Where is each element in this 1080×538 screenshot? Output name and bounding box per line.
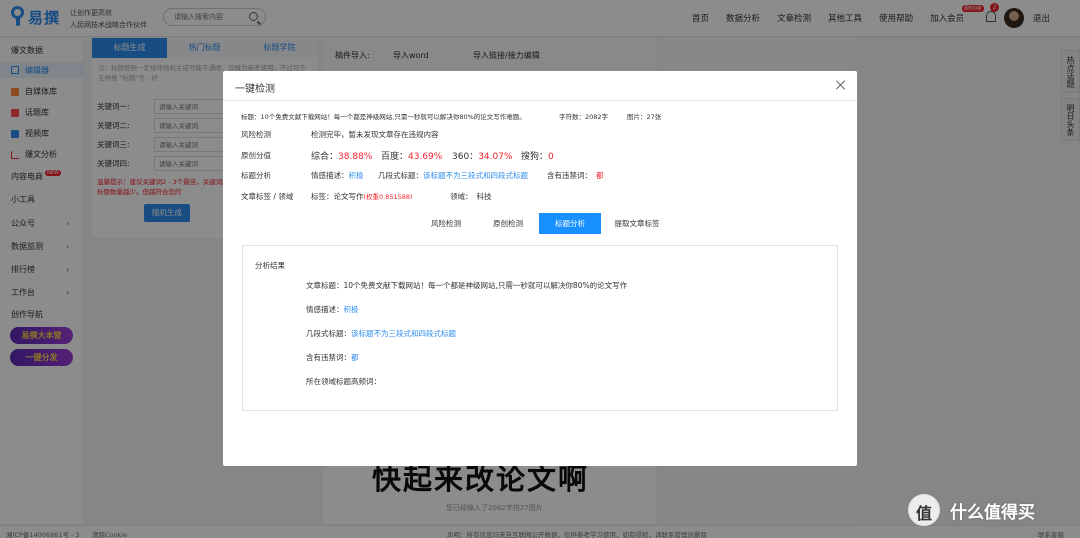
- result-segment-row: 几段式标题：该标题不为三段式和四段式标题: [306, 328, 456, 339]
- score-sogou: 搜狗：0: [521, 149, 554, 162]
- score-name: 360：: [452, 152, 479, 162]
- image-count: 图片：27张: [627, 113, 662, 121]
- result-title-label: 文章标题：: [306, 281, 344, 290]
- result-title-value: 10个免费文献下载网站！每一个都是神级网站,只需一秒就可以解决你80%的论文写作: [343, 281, 628, 290]
- tag-weight: (权重0.851588): [363, 193, 413, 201]
- tag-summary: 标签：论文写作(权重0.851588): [311, 191, 413, 202]
- score-baidu: 百度：43.69%: [381, 149, 442, 162]
- title-analysis-label: 标题分析: [241, 171, 271, 180]
- original-score-label: 原创分值: [241, 151, 271, 160]
- score-value: 0: [548, 152, 554, 162]
- result-hotwords-label: 所在领域标题高频词：: [306, 377, 381, 386]
- risk-label: 风险检测: [241, 130, 271, 139]
- close-icon[interactable]: [835, 79, 847, 91]
- score-value: 34.07%: [478, 152, 513, 162]
- result-banned-label: 含有违禁词：: [306, 353, 351, 362]
- banned-value: 都: [596, 171, 604, 180]
- segment-label: 几段式标题：: [378, 171, 423, 180]
- sentiment-value: 积极: [348, 171, 364, 180]
- score-value: 38.88%: [338, 152, 373, 162]
- score-name: 搜狗：: [521, 152, 549, 162]
- segment-value: 该标题不为三段式和四段式标题: [423, 171, 528, 180]
- risk-value: 检测完毕，暂未发现文章存在违规内容: [311, 130, 439, 139]
- watermark: 什么值得买: [908, 494, 1076, 526]
- result-sentiment-row: 情感描述：积极: [306, 304, 359, 315]
- banned-label: 含有违禁词：: [547, 171, 592, 180]
- tab-title-analysis[interactable]: 标题分析: [539, 213, 601, 234]
- tags-label: 文章标签 / 领域: [241, 192, 294, 201]
- analysis-result-box: 分析结果 文章标题：10个免费文献下载网站！每一个都是神级网站,只需一秒就可以解…: [242, 245, 838, 411]
- result-banned-value: 都: [351, 353, 359, 362]
- score-360: 360：34.07%: [452, 149, 513, 162]
- domain-label: 领域：: [450, 192, 473, 201]
- result-sentiment-label: 情感描述：: [306, 305, 344, 314]
- watermark-logo: [908, 494, 940, 526]
- segment-summary: 几段式标题：该标题不为三段式和四段式标题: [378, 170, 528, 181]
- dialog-header: 一键检测: [223, 71, 857, 101]
- score-name: 综合：: [311, 152, 339, 162]
- score-value: 43.69%: [408, 152, 443, 162]
- word-count: 字符数：2082字: [559, 113, 609, 121]
- dialog-title: 一键检测: [235, 84, 275, 95]
- result-hotwords-row: 所在领域标题高频词：: [306, 376, 381, 387]
- score-name: 百度：: [381, 152, 409, 162]
- result-banned-row: 含有违禁词：都: [306, 352, 359, 363]
- result-segment-label: 几段式标题：: [306, 329, 351, 338]
- tab-extract-tags[interactable]: 提取文章标签: [601, 213, 673, 234]
- article-title-value: 10个免费文献下载网站！每一个都是神级网站,只需一秒就可以解决你80%的论文写作…: [260, 113, 526, 121]
- banned-summary: 含有违禁词： 都: [547, 170, 604, 181]
- score-overall: 综合：38.88%: [311, 149, 372, 162]
- tag-prefix: 标签：: [311, 192, 334, 201]
- tab-original-check[interactable]: 原创检测: [477, 213, 539, 234]
- check-tabs: 风险检测 原创检测 标题分析 提取文章标签: [415, 213, 673, 234]
- watermark-text: 什么值得买: [950, 502, 1035, 523]
- tag-value: 论文写作: [333, 192, 364, 201]
- result-segment-value: 该标题不为三段式和四段式标题: [351, 329, 456, 338]
- article-title-label: 标题：: [241, 113, 261, 121]
- one-click-check-dialog: 一键检测 标题：10个免费文献下载网站！每一个都是神级网站,只需一秒就可以解决你…: [223, 71, 857, 466]
- tab-risk-check[interactable]: 风险检测: [415, 213, 477, 234]
- result-title-row: 文章标题：10个免费文献下载网站！每一个都是神级网站,只需一秒就可以解决你80%…: [306, 280, 627, 291]
- sentiment-summary: 情感描述：积极: [311, 170, 364, 181]
- domain-summary: 领域： 科技: [450, 191, 492, 202]
- sentiment-label: 情感描述：: [311, 171, 349, 180]
- result-heading: 分析结果: [255, 261, 285, 270]
- domain-value: 科技: [476, 192, 492, 201]
- result-sentiment-value: 积极: [343, 305, 359, 314]
- article-title-line: 标题：10个免费文献下载网站！每一个都是神级网站,只需一秒就可以解决你80%的论…: [241, 111, 526, 121]
